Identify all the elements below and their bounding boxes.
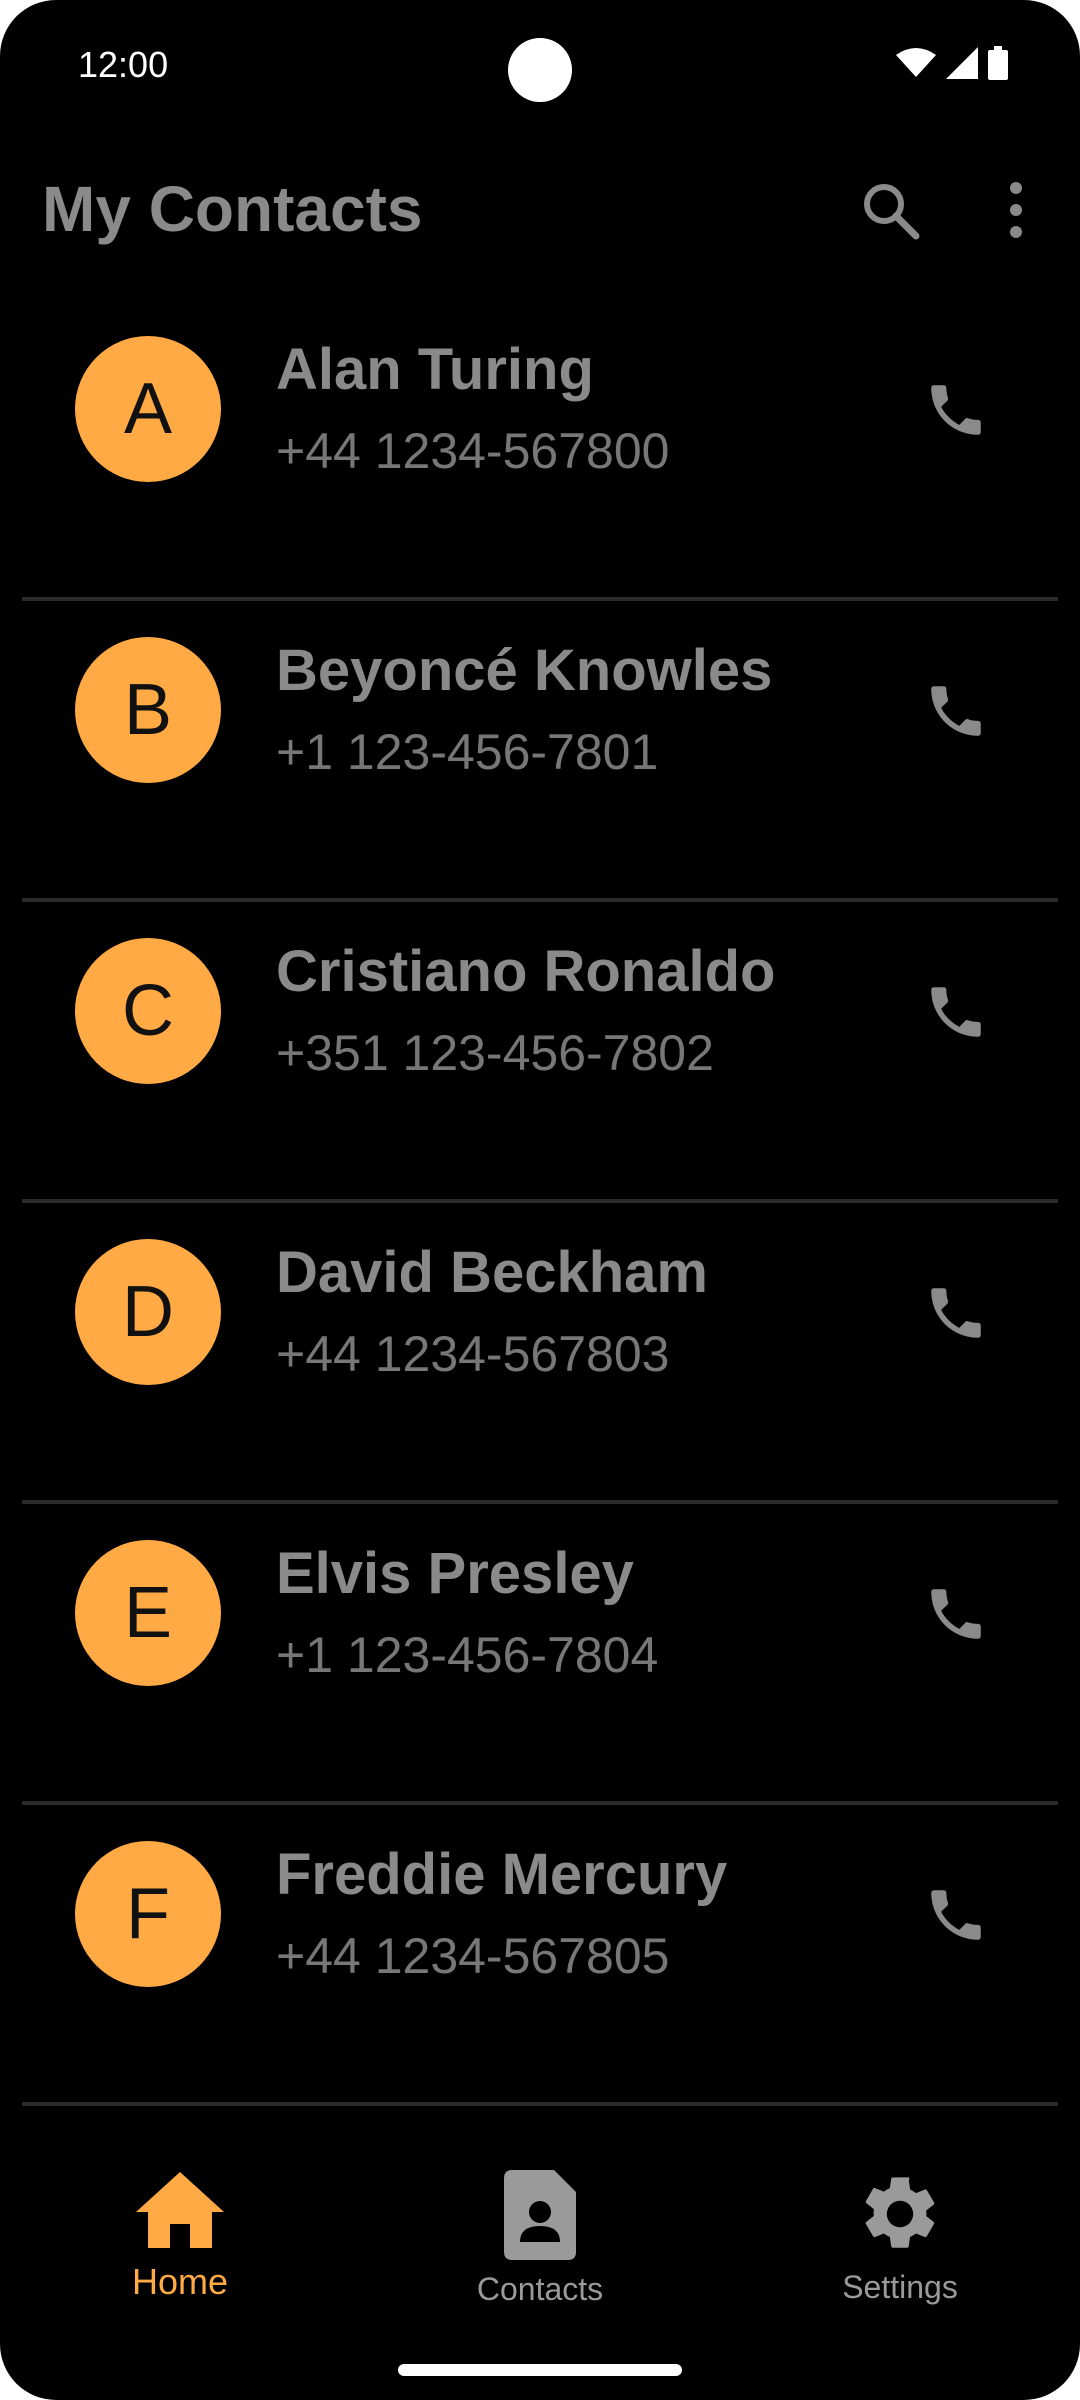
phone-screen: 12:00 My Contacts A Alan Turing +44 1234… bbox=[0, 0, 1080, 2400]
call-button[interactable] bbox=[910, 1871, 1002, 1963]
camera-cutout bbox=[508, 38, 572, 102]
status-bar: 12:00 bbox=[0, 0, 1080, 140]
contact-phone: +44 1234-567805 bbox=[276, 1928, 670, 1984]
gear-icon bbox=[856, 2170, 944, 2263]
contact-name: Alan Turing bbox=[276, 337, 594, 402]
status-time: 12:00 bbox=[78, 44, 169, 85]
nav-label-home: Home bbox=[131, 2261, 229, 2302]
more-options-button[interactable] bbox=[976, 172, 1056, 252]
nav-label-settings: Settings bbox=[842, 2269, 958, 2305]
contact-phone: +44 1234-567803 bbox=[276, 1326, 670, 1382]
avatar: E bbox=[75, 1540, 221, 1686]
nav-item-contacts[interactable]: Contacts bbox=[420, 2170, 660, 2340]
contact-name: David Beckham bbox=[276, 1240, 708, 1305]
nav-item-settings[interactable]: Settings bbox=[780, 2170, 1020, 2340]
contact-list: A Alan Turing +44 1234-567800 B Beyoncé … bbox=[0, 300, 1080, 2106]
wifi-icon bbox=[896, 47, 936, 79]
more-vert-icon bbox=[1006, 180, 1026, 245]
phone-icon bbox=[923, 1280, 989, 1351]
app-bar: My Contacts bbox=[0, 150, 1080, 270]
contact-phone: +1 123-456-7804 bbox=[276, 1627, 659, 1683]
nav-label-contacts: Contacts bbox=[476, 2271, 604, 2307]
avatar: A bbox=[75, 336, 221, 482]
avatar: C bbox=[75, 938, 221, 1084]
contact-row[interactable]: A Alan Turing +44 1234-567800 bbox=[0, 300, 1080, 601]
bottom-navigation: Home Contacts Settings bbox=[0, 2140, 1080, 2340]
status-icons bbox=[896, 46, 1008, 80]
phone-icon bbox=[923, 1882, 989, 1953]
call-button[interactable] bbox=[910, 1269, 1002, 1361]
phone-icon bbox=[923, 979, 989, 1050]
contact-name: Elvis Presley bbox=[276, 1541, 634, 1606]
call-button[interactable] bbox=[910, 366, 1002, 458]
battery-icon bbox=[988, 46, 1008, 80]
divider bbox=[22, 2102, 1058, 2106]
contact-phone: +351 123-456-7802 bbox=[276, 1025, 714, 1081]
avatar: F bbox=[75, 1841, 221, 1987]
contact-row[interactable]: C Cristiano Ronaldo +351 123-456-7802 bbox=[0, 902, 1080, 1203]
page-title: My Contacts bbox=[42, 173, 423, 245]
search-button[interactable] bbox=[850, 172, 930, 252]
contact-name: Beyoncé Knowles bbox=[276, 638, 773, 703]
nav-item-home[interactable]: Home bbox=[60, 2170, 300, 2340]
contact-row[interactable]: F Freddie Mercury +44 1234-567805 bbox=[0, 1805, 1080, 2106]
contact-card-icon bbox=[504, 2170, 576, 2265]
avatar: B bbox=[75, 637, 221, 783]
call-button[interactable] bbox=[910, 667, 1002, 759]
home-icon bbox=[134, 2170, 226, 2255]
avatar: D bbox=[75, 1239, 221, 1385]
contact-phone: +1 123-456-7801 bbox=[276, 724, 659, 780]
signal-icon bbox=[946, 47, 978, 79]
phone-icon bbox=[923, 377, 989, 448]
call-button[interactable] bbox=[910, 1570, 1002, 1662]
contact-name: Cristiano Ronaldo bbox=[276, 939, 776, 1004]
search-icon bbox=[858, 178, 922, 247]
contact-phone: +44 1234-567800 bbox=[276, 423, 670, 479]
home-indicator[interactable] bbox=[398, 2364, 682, 2376]
contact-row[interactable]: B Beyoncé Knowles +1 123-456-7801 bbox=[0, 601, 1080, 902]
phone-icon bbox=[923, 678, 989, 749]
contact-row[interactable]: E Elvis Presley +1 123-456-7804 bbox=[0, 1504, 1080, 1805]
contact-name: Freddie Mercury bbox=[276, 1842, 728, 1907]
contact-row[interactable]: D David Beckham +44 1234-567803 bbox=[0, 1203, 1080, 1504]
call-button[interactable] bbox=[910, 968, 1002, 1060]
phone-icon bbox=[923, 1581, 989, 1652]
